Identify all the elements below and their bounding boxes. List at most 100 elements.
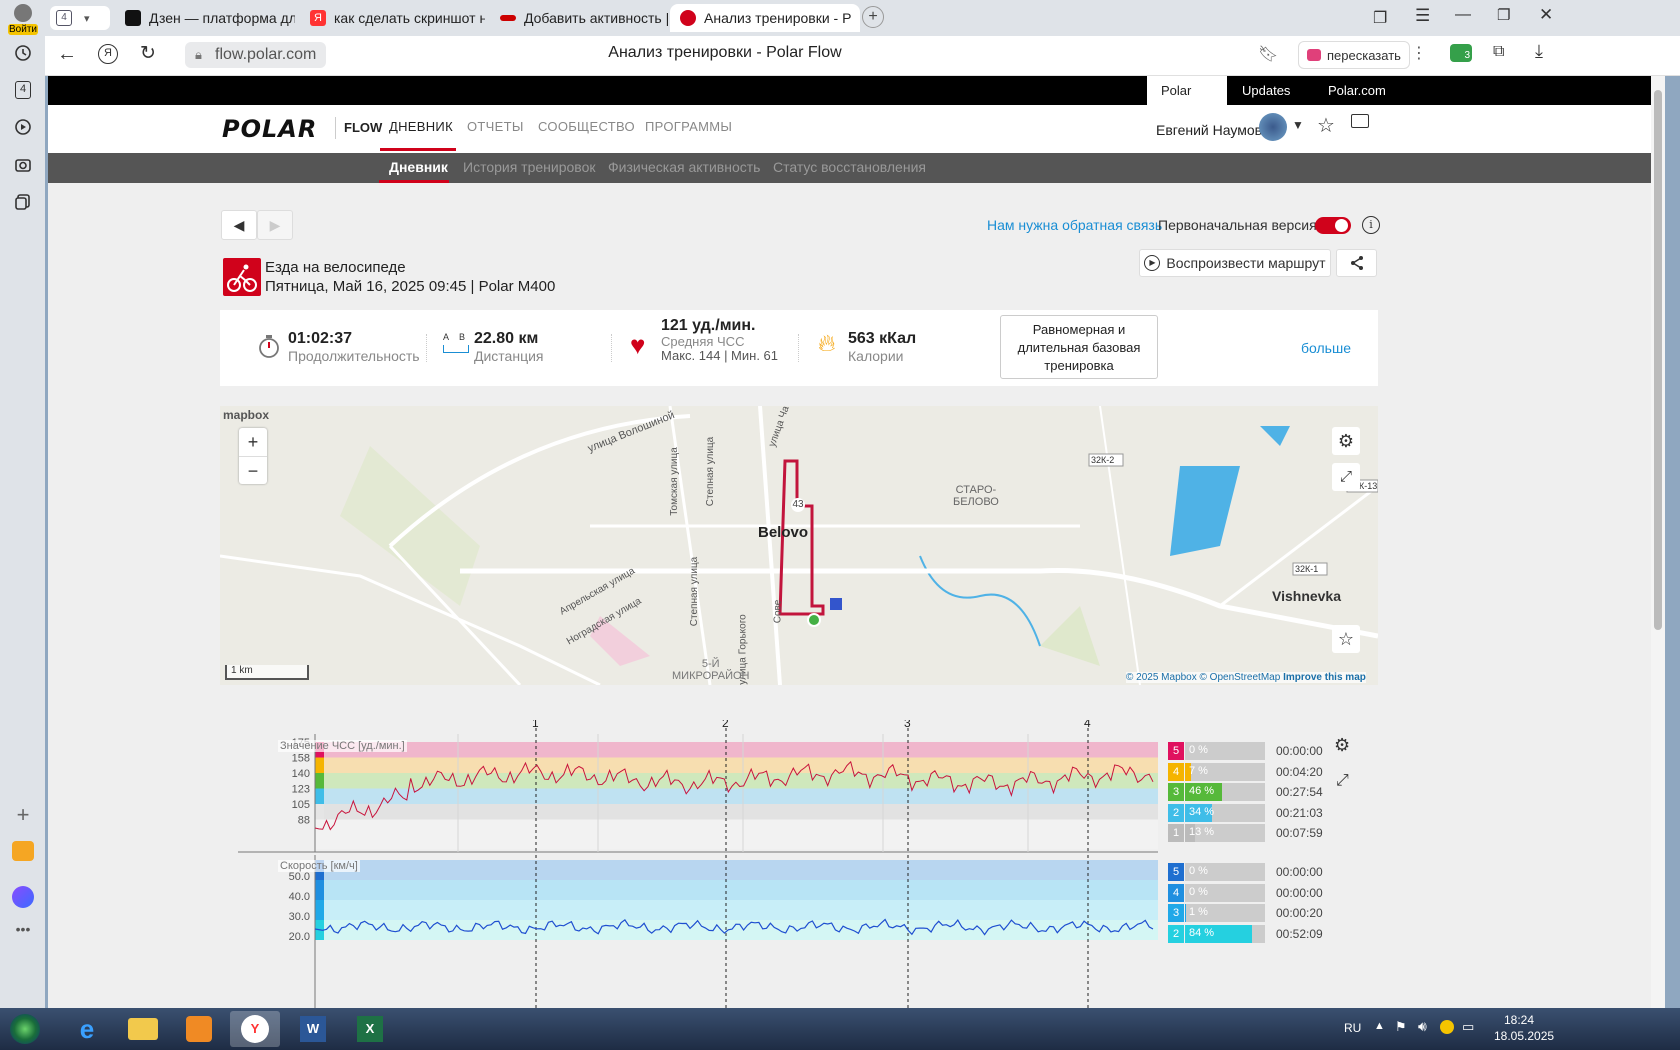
map-favorite-star-icon[interactable]: ☆ bbox=[1332, 625, 1360, 653]
download-icon[interactable]: ⤓ bbox=[1535, 41, 1543, 62]
reload-icon[interactable]: ↻ bbox=[140, 42, 156, 65]
kebab-menu-icon[interactable]: ⋮ bbox=[1411, 43, 1427, 63]
hr-avg-value: 121 уд./мин. bbox=[661, 317, 756, 334]
login-button[interactable]: Войти bbox=[8, 4, 38, 35]
toplink-polar-com[interactable]: Polar.com bbox=[1314, 76, 1400, 105]
alice-icon[interactable] bbox=[10, 884, 36, 910]
network-icon[interactable]: ▭ bbox=[1462, 1019, 1474, 1035]
close-icon[interactable]: ✕ bbox=[859, 9, 860, 27]
menu-icon[interactable]: ☰ bbox=[1415, 6, 1430, 26]
history-icon[interactable] bbox=[10, 40, 36, 66]
nav-diary[interactable]: ДНЕВНИК bbox=[389, 119, 453, 134]
hr-zone-strip bbox=[315, 773, 324, 789]
url-field[interactable]: 🔒︎ flow.polar.com bbox=[185, 42, 327, 68]
training-benefit[interactable]: Равномерная и длительная базовая трениро… bbox=[1000, 315, 1158, 379]
sidebar-panel-icon[interactable]: ⧉ bbox=[1493, 43, 1504, 61]
video-icon[interactable] bbox=[10, 114, 36, 140]
prev-workout-button[interactable]: ◀ bbox=[221, 210, 257, 240]
feedback-link[interactable]: Нам нужна обратная связь bbox=[987, 217, 1162, 233]
clock[interactable]: 18:24 18.05.2025 bbox=[1494, 1012, 1554, 1044]
yandex-icon: Я bbox=[310, 10, 326, 26]
tab-polar-flow[interactable]: Анализ тренировки - P ✕ bbox=[670, 4, 860, 32]
word-icon[interactable]: W bbox=[288, 1011, 338, 1047]
zoom-in-button[interactable]: + bbox=[239, 428, 267, 456]
bookmark-icon[interactable]: 🔖︎ bbox=[1258, 44, 1278, 64]
toplink-updates[interactable]: Updates bbox=[1228, 76, 1304, 105]
toplink-polar-flow[interactable]: Polar Flow bbox=[1147, 76, 1227, 127]
subnav-diary[interactable]: Дневник bbox=[389, 159, 448, 175]
distance-label: Дистанция bbox=[474, 348, 544, 364]
route-map[interactable]: mapbox + − улица Волошиной Томская улица… bbox=[220, 406, 1378, 685]
map-fullscreen-icon[interactable]: ⤢ bbox=[1332, 463, 1360, 491]
subnav-recovery[interactable]: Статус восстановления bbox=[773, 159, 926, 175]
messages-icon[interactable] bbox=[1351, 114, 1369, 128]
mapbox-logo[interactable]: mapbox bbox=[223, 408, 269, 422]
calories-value: 563 кКал bbox=[848, 330, 917, 347]
extension-icon[interactable]: 3 bbox=[1450, 44, 1472, 62]
nav-community[interactable]: СООБЩЕСТВО bbox=[538, 119, 635, 134]
tray-app-icon[interactable] bbox=[1440, 1020, 1454, 1034]
volume-icon[interactable]: 🔊︎ bbox=[1418, 1018, 1427, 1035]
add-panel-icon[interactable]: + bbox=[10, 802, 36, 828]
tab-add-activity[interactable]: Добавить активность | W bbox=[490, 4, 670, 32]
tab-yandex-search[interactable]: Я как сделать скриншот на bbox=[300, 4, 485, 32]
map-attribution[interactable]: © 2025 Mapbox © OpenStreetMap Improve th… bbox=[1126, 672, 1366, 683]
zone-number: 5 bbox=[1168, 863, 1184, 881]
yandex-home-icon[interactable]: Я bbox=[98, 44, 118, 64]
tab-counter-icon[interactable]: 4 bbox=[10, 77, 36, 103]
nav-programs[interactable]: ПРОГРАММЫ bbox=[645, 119, 732, 134]
ie-icon[interactable]: e bbox=[62, 1011, 112, 1047]
replay-route-button[interactable]: ▶ Воспроизвести маршрут bbox=[1139, 249, 1331, 277]
retell-button[interactable]: пересказать bbox=[1298, 41, 1410, 69]
page-scrollbar[interactable] bbox=[1651, 76, 1665, 1008]
back-icon[interactable]: ← bbox=[57, 43, 77, 66]
polar-logo[interactable]: POLAR bbox=[222, 115, 317, 143]
next-workout-button[interactable]: ▶ bbox=[257, 210, 293, 240]
nav-reports[interactable]: ОТЧЕТЫ bbox=[467, 119, 524, 134]
start-button[interactable] bbox=[0, 1011, 50, 1047]
more-icon[interactable]: ••• bbox=[10, 916, 36, 942]
camera-icon[interactable] bbox=[10, 152, 36, 178]
hr-zone-band bbox=[315, 804, 1158, 820]
cycling-icon bbox=[223, 258, 261, 296]
mail-icon[interactable] bbox=[10, 838, 36, 864]
user-name[interactable]: Евгений Наумов bbox=[1156, 122, 1262, 138]
map-settings-gear-icon[interactable]: ⚙ bbox=[1332, 427, 1360, 455]
restore-icon[interactable]: ❐ bbox=[1497, 6, 1510, 24]
collections-icon[interactable] bbox=[10, 189, 36, 215]
speed-zone-band bbox=[315, 900, 1158, 920]
original-version-toggle[interactable] bbox=[1315, 217, 1351, 234]
bookmarks-icon[interactable]: ❐ bbox=[1373, 8, 1387, 28]
speed-zone-strip bbox=[315, 880, 324, 900]
excel-icon[interactable]: X bbox=[345, 1011, 395, 1047]
action-center-flag-icon[interactable]: ⚑ bbox=[1395, 1019, 1407, 1035]
explorer-icon[interactable] bbox=[118, 1011, 168, 1047]
tab-group-button[interactable]: 4 ▾ bbox=[50, 6, 110, 30]
map-label-tomskaya: Томская улица bbox=[668, 447, 680, 516]
info-icon[interactable]: i bbox=[1362, 216, 1380, 234]
sub-nav: Дневник История тренировок Физическая ак… bbox=[48, 153, 1665, 183]
stopwatch-icon bbox=[258, 334, 280, 358]
speed-zone-band bbox=[315, 880, 1158, 900]
zoom-out-button[interactable]: − bbox=[239, 456, 267, 484]
zone-row: 4 0 % 00:00:00 bbox=[1168, 883, 1368, 903]
tray-expand-icon[interactable]: ▲ bbox=[1374, 1020, 1385, 1032]
tab-dzen[interactable]: Дзен — платформа для п bbox=[115, 4, 295, 32]
zone-time: 00:00:20 bbox=[1276, 906, 1323, 920]
more-link[interactable]: больше bbox=[1301, 340, 1351, 356]
window-close-icon[interactable]: ✕ bbox=[1539, 5, 1553, 25]
media-player-icon[interactable] bbox=[174, 1011, 224, 1047]
share-button[interactable] bbox=[1336, 249, 1377, 277]
language-indicator[interactable]: RU bbox=[1344, 1021, 1361, 1035]
speed-zones: 5 0 % 00:00:00 4 0 % 00:00:00 3 1 % 00:00:20 2 84 … bbox=[1168, 862, 1368, 952]
minimize-icon[interactable]: — bbox=[1455, 6, 1471, 24]
avatar[interactable] bbox=[1259, 113, 1287, 141]
subnav-history[interactable]: История тренировок bbox=[463, 159, 595, 175]
favorites-star-icon[interactable]: ☆ bbox=[1317, 113, 1335, 138]
yandex-browser-taskbar-icon[interactable]: Y bbox=[230, 1011, 280, 1047]
user-menu-chevron-icon[interactable]: ▼ bbox=[1292, 118, 1304, 132]
route-marker[interactable]: 43 bbox=[791, 498, 805, 512]
summary-card: 01:02:37 Продолжительность A B 22.80 км … bbox=[220, 310, 1378, 386]
new-tab-button[interactable]: + bbox=[862, 6, 884, 28]
subnav-activity[interactable]: Физическая активность bbox=[608, 159, 760, 175]
